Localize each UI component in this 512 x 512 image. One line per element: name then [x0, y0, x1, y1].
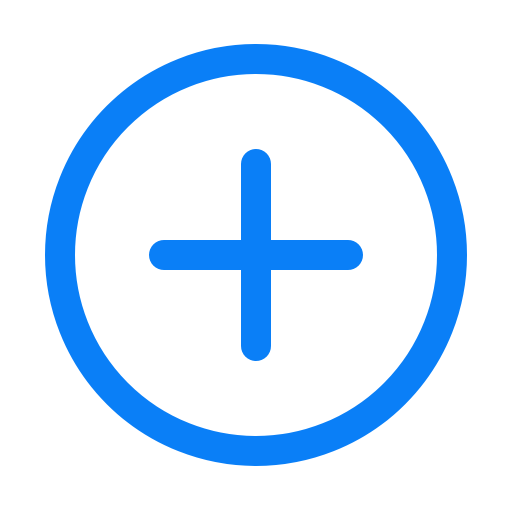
icon-canvas	[0, 0, 512, 512]
plus-circle-icon[interactable]	[45, 44, 467, 466]
add-button[interactable]	[0, 0, 512, 512]
